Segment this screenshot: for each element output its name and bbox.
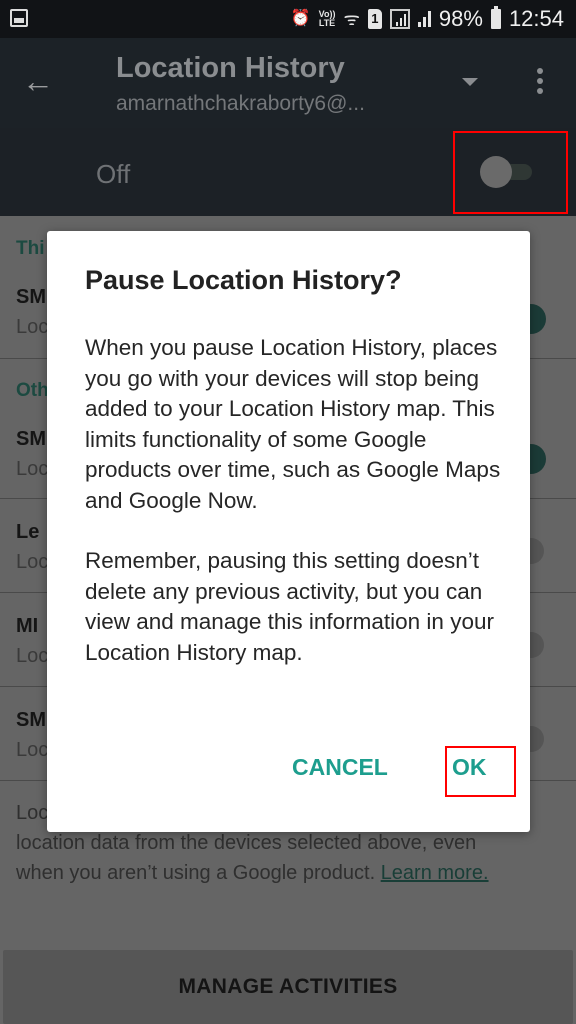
footer-line-2: location data from the devices selected … <box>16 832 477 854</box>
device-subtitle: Loc <box>16 316 49 338</box>
app-bar: ← Location History amarnathchakraborty6@… <box>0 38 576 128</box>
battery-percent: 98% <box>438 6 483 31</box>
toggle-highlight-box <box>453 131 568 214</box>
section-header-this-device: Thi <box>16 238 45 259</box>
page-title: Location History <box>116 52 345 84</box>
status-bar: ⏰ Vo)) LTE ᯤ 1 98% 12:54 <box>0 0 576 38</box>
device-subtitle: Loc <box>16 645 49 667</box>
ok-highlight-box <box>445 746 516 797</box>
account-dropdown-icon[interactable] <box>462 78 478 86</box>
account-email[interactable]: amarnathchakraborty6@... <box>116 92 365 116</box>
manage-activities-button[interactable]: MANAGE ACTIVITIES <box>3 950 573 1024</box>
gallery-icon <box>10 9 28 27</box>
toggle-state-label: Off <box>96 159 131 189</box>
learn-more-link[interactable]: Learn more. <box>381 862 489 884</box>
more-options-icon[interactable] <box>532 68 548 98</box>
pause-location-history-dialog: Pause Location History? When you pause L… <box>47 231 530 832</box>
signal-sim2-icon <box>417 11 431 27</box>
volte-icon: Vo)) LTE <box>319 10 336 28</box>
clock: 12:54 <box>508 6 564 31</box>
signal-sim1-icon <box>389 9 410 29</box>
device-title: SM <box>16 709 46 731</box>
section-header-other-devices: Oth <box>16 380 49 401</box>
battery-icon <box>490 6 501 29</box>
device-subtitle: Loc <box>16 551 49 573</box>
dialog-paragraph-2: Remember, pausing this setting doesn’t d… <box>85 548 494 665</box>
lte-label: LTE <box>318 18 336 28</box>
device-title: SM <box>16 286 46 308</box>
footer-line-1: Loc <box>16 802 49 824</box>
device-title: Le <box>16 521 40 543</box>
device-title: MI <box>16 615 39 637</box>
sim-1-icon: 1 <box>367 9 382 29</box>
device-title: SM <box>16 428 46 450</box>
dialog-paragraph-1: When you pause Location History, places … <box>85 335 501 513</box>
cancel-button[interactable]: CANCEL <box>292 754 388 781</box>
device-subtitle: Loc <box>16 458 49 480</box>
footer-line-3: when you aren’t using a Google product. <box>16 862 381 884</box>
dialog-title: Pause Location History? <box>85 265 402 295</box>
wifi-icon: ᯤ <box>343 9 360 29</box>
back-arrow-icon[interactable]: ← <box>22 64 56 98</box>
device-subtitle: Loc <box>16 739 49 761</box>
alarm-icon: ⏰ <box>290 10 311 27</box>
dialog-body: When you pause Location History, places … <box>85 333 505 698</box>
